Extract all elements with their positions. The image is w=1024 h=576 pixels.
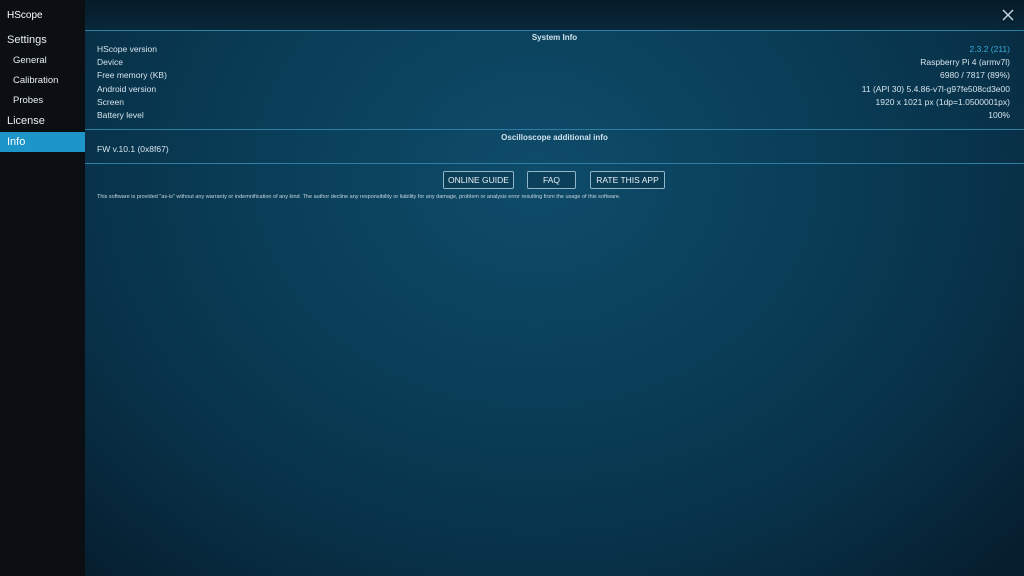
- divider: [85, 163, 1024, 164]
- system-info-title: System Info: [531, 33, 578, 42]
- info-label-memory: Free memory (KB): [97, 70, 167, 80]
- divider: [85, 30, 1024, 31]
- info-value-version: 2.3.2 (211): [969, 44, 1010, 54]
- info-label-android: Android version: [97, 84, 157, 94]
- info-value-battery: 100%: [988, 110, 1010, 120]
- sidebar-item-license[interactable]: License: [0, 111, 85, 131]
- top-bar: [85, 0, 1024, 30]
- sidebar-item-label: Probes: [13, 95, 44, 106]
- info-value-screen: 1920 x 1021 px (1dp=1.0500001px): [875, 97, 1010, 107]
- info-label-version: HScope version: [97, 44, 158, 54]
- info-value-device: Raspberry Pi 4 (armv7l): [920, 57, 1010, 67]
- oscilloscope-info-title: Oscilloscope additional info: [501, 133, 608, 142]
- sidebar-item-settings[interactable]: Settings: [0, 30, 85, 50]
- faq-button[interactable]: FAQ: [527, 171, 576, 189]
- rate-app-button[interactable]: RATE THIS APP: [590, 171, 665, 189]
- sidebar-item-probes[interactable]: Probes: [0, 91, 85, 111]
- sidebar-item-label: Settings: [7, 34, 47, 46]
- info-value-memory: 6980 / 7817 (89%): [940, 70, 1010, 80]
- sidebar-item-label: Info: [7, 136, 26, 148]
- disclaimer-text: This software is provided "as-is" withou…: [97, 194, 621, 200]
- sidebar-item-calibration[interactable]: Calibration: [0, 71, 85, 91]
- online-guide-button[interactable]: ONLINE GUIDE: [443, 171, 514, 189]
- sidebar-item-info[interactable]: Info: [0, 132, 85, 152]
- sidebar-item-label: Calibration: [13, 75, 59, 86]
- firmware-version: FW v.10.1 (0x8f67): [97, 144, 169, 154]
- sidebar-item-label: General: [13, 55, 47, 66]
- info-value-android: 11 (API 30) 5.4.86-v7l-g97fe508cd3e00: [861, 84, 1010, 94]
- sidebar: HScope Settings General Calibration Prob…: [0, 0, 85, 576]
- sidebar-item-general[interactable]: General: [0, 51, 85, 71]
- divider: [85, 129, 1024, 130]
- app-window: HScope Settings General Calibration Prob…: [0, 0, 1024, 576]
- close-icon[interactable]: [1000, 7, 1016, 23]
- info-label-battery: Battery level: [97, 110, 144, 120]
- info-label-device: Device: [97, 57, 123, 67]
- info-label-screen: Screen: [97, 97, 124, 107]
- app-title: HScope: [7, 10, 43, 21]
- sidebar-item-label: License: [7, 115, 45, 127]
- main-panel: System Info HScope version 2.3.2 (211) D…: [85, 0, 1024, 576]
